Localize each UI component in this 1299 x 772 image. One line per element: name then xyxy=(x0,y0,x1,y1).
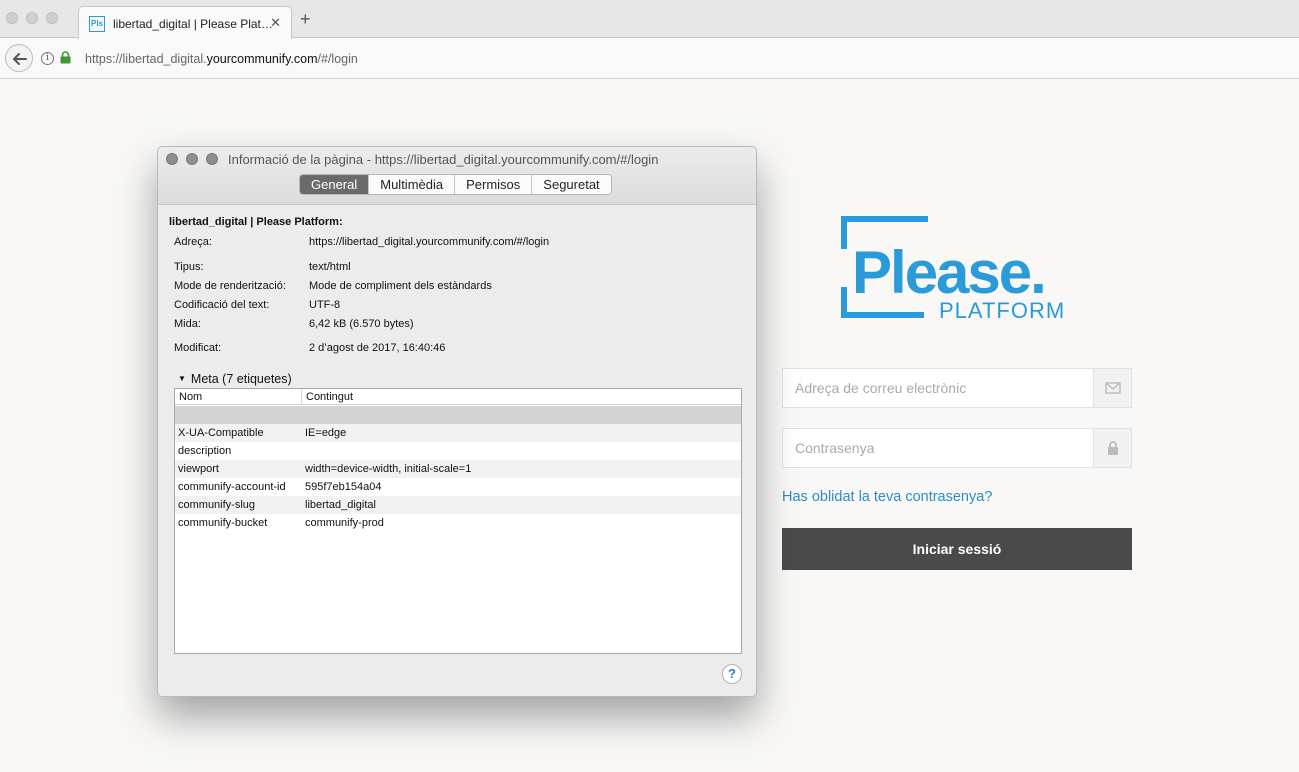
tab-permissions[interactable]: Permisos xyxy=(455,175,533,194)
meta-name-cell: communify-account-id xyxy=(178,481,286,493)
info-label-address: Adreça: xyxy=(174,236,212,248)
please-platform-logo: Please. PLATFORM xyxy=(841,216,1065,323)
window-zoom-button[interactable] xyxy=(46,12,58,24)
meta-name-cell: X-UA-Compatible xyxy=(178,427,264,439)
logo-subtext: PLATFORM xyxy=(939,298,1065,323)
column-header-content[interactable]: Contingut xyxy=(306,391,353,403)
dialog-title: Informació de la pàgina - https://libert… xyxy=(228,152,659,167)
meta-name-cell: communify-slug xyxy=(178,499,256,511)
meta-name-cell: description xyxy=(178,445,232,457)
url-prefix: https://libertad_digital. xyxy=(85,52,207,66)
column-header-name[interactable]: Nom xyxy=(179,391,202,403)
tab-multimedia[interactable]: Multimèdia xyxy=(369,175,456,194)
meta-content-cell: width=device-width, initial-scale=1 xyxy=(305,463,472,475)
secure-lock-icon[interactable] xyxy=(60,51,71,64)
back-button[interactable] xyxy=(5,44,33,72)
table-row[interactable]: communify-account-id 595f7eb154a04 xyxy=(175,478,741,496)
meta-content-cell: IE=edge xyxy=(305,427,347,439)
window-minimize-button[interactable] xyxy=(26,12,38,24)
table-row[interactable]: communify-bucket communify-prod xyxy=(175,514,741,532)
info-value-render-mode: Mode de compliment dels estàndards xyxy=(309,280,492,292)
url-suffix: /#/login xyxy=(317,52,358,66)
info-value-size: 6,42 kB (6.570 bytes) xyxy=(309,318,414,330)
address-bar[interactable]: https://libertad_digital.yourcommunify.c… xyxy=(85,52,358,66)
info-label-render-mode: Mode de renderització: xyxy=(174,280,286,292)
page-name: libertad_digital | Please Platform: xyxy=(169,216,343,228)
info-value-encoding: UTF-8 xyxy=(309,299,341,311)
table-row[interactable] xyxy=(175,406,741,424)
info-label-size: Mida: xyxy=(174,318,201,330)
info-label-encoding: Codificació del text: xyxy=(174,299,270,311)
help-button[interactable]: ? xyxy=(722,664,742,684)
dialog-zoom-button[interactable] xyxy=(206,153,218,165)
info-label-modified: Modificat: xyxy=(174,342,222,354)
tab-general[interactable]: General xyxy=(300,175,370,194)
password-addon xyxy=(1093,429,1131,467)
dialog-tabs: General Multimèdia Permisos Seguretat xyxy=(299,174,612,195)
info-value-address: https://libertad_digital.yourcommunify.c… xyxy=(309,236,550,248)
page-info-dialog: Informació de la pàgina - https://libert… xyxy=(157,146,757,697)
tab-title: libertad_digital | Please Plat… xyxy=(113,17,273,31)
disclosure-triangle-icon: ▼ xyxy=(178,374,186,383)
table-row[interactable]: X-UA-Compatible IE=edge xyxy=(175,424,741,442)
email-addon xyxy=(1093,369,1131,407)
envelope-icon xyxy=(1105,382,1121,394)
table-row[interactable]: description xyxy=(175,442,741,460)
login-button[interactable]: Iniciar sessió xyxy=(782,528,1132,570)
forgot-password-link[interactable]: Has oblidat la teva contrasenya? xyxy=(782,489,992,505)
password-input[interactable] xyxy=(783,429,1093,467)
browser-tabstrip: Pls libertad_digital | Please Plat… ✕ + xyxy=(0,0,1299,39)
password-field-wrapper xyxy=(782,428,1132,468)
url-domain: yourcommunify.com xyxy=(206,52,318,66)
dialog-minimize-button[interactable] xyxy=(186,153,198,165)
table-row[interactable]: communify-slug libertad_digital xyxy=(175,496,741,514)
meta-table: Nom Contingut X-UA-Compatible IE=edge de… xyxy=(174,388,742,654)
browser-tab[interactable]: Pls libertad_digital | Please Plat… ✕ xyxy=(78,6,292,39)
email-field-wrapper xyxy=(782,368,1132,408)
site-info-icon[interactable]: i xyxy=(41,52,54,65)
logo-wordmark: Please. xyxy=(852,239,1045,306)
browser-navbar: i https://libertad_digital.yourcommunify… xyxy=(0,39,1299,79)
meta-content-cell: libertad_digital xyxy=(305,499,376,511)
info-label-type: Tipus: xyxy=(174,261,204,273)
new-tab-button[interactable]: + xyxy=(300,10,311,28)
tab-security[interactable]: Seguretat xyxy=(532,175,611,194)
email-input[interactable] xyxy=(783,369,1093,407)
meta-toggle-label: Meta (7 etiquetes) xyxy=(190,372,292,386)
back-arrow-icon xyxy=(13,53,27,65)
meta-content-cell: 595f7eb154a04 xyxy=(305,481,382,493)
meta-content-cell: communify-prod xyxy=(305,517,384,529)
info-value-type: text/html xyxy=(309,261,351,273)
dialog-titlebar[interactable]: Informació de la pàgina - https://libert… xyxy=(158,147,756,205)
meta-name-cell: communify-bucket xyxy=(178,517,268,529)
dialog-body: libertad_digital | Please Platform: Adre… xyxy=(158,206,756,696)
favicon-icon: Pls xyxy=(89,16,105,32)
meta-table-header: Nom Contingut xyxy=(175,389,741,405)
column-divider xyxy=(301,389,302,405)
tab-close-icon[interactable]: ✕ xyxy=(270,15,281,31)
meta-name-cell: viewport xyxy=(178,463,219,475)
info-value-modified: 2 d’agost de 2017, 16:40:46 xyxy=(309,342,446,354)
table-row[interactable]: viewport width=device-width, initial-sca… xyxy=(175,460,741,478)
meta-disclosure[interactable]: ▼ Meta (7 etiquetes) xyxy=(178,372,292,386)
lock-icon xyxy=(1108,441,1118,455)
dialog-close-button[interactable] xyxy=(166,153,178,165)
window-close-button[interactable] xyxy=(6,12,18,24)
